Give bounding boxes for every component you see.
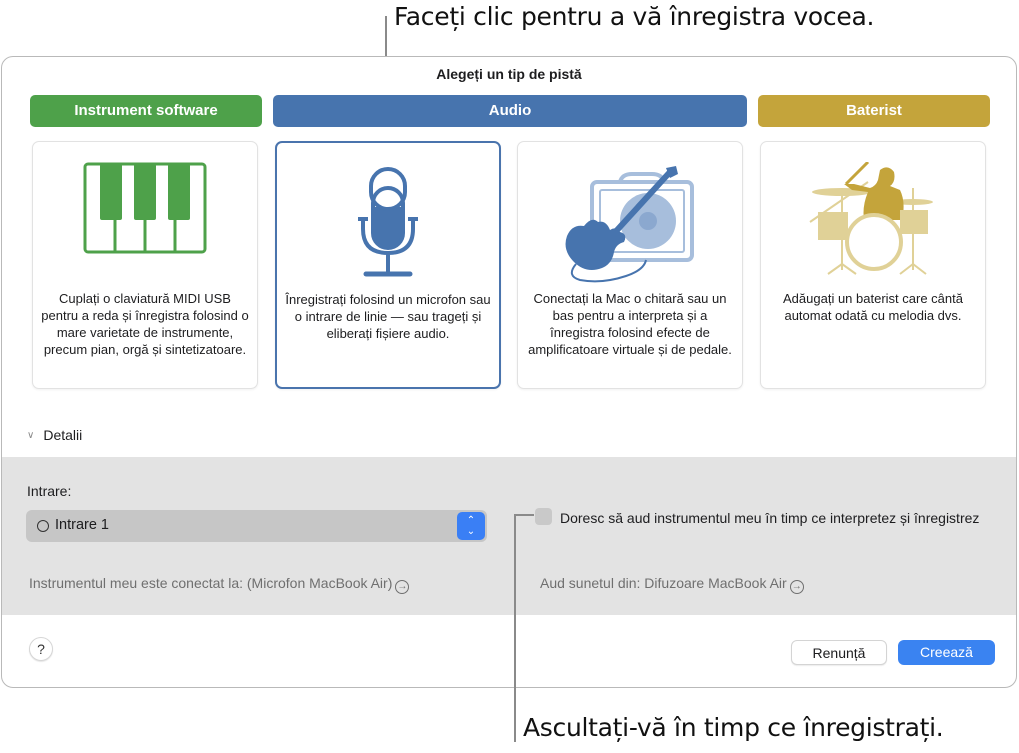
arrow-right-circle-icon[interactable]: →	[789, 580, 804, 594]
chevron-down-icon: ∨	[27, 429, 35, 441]
arrow-right-circle-icon[interactable]: →	[395, 580, 410, 594]
microphone-icon	[358, 167, 418, 277]
track-card-drummer[interactable]: Adăugați un baterist care cântă automat …	[760, 141, 986, 389]
input-select[interactable]: Intrare 1 ⌃ ⌄	[26, 510, 487, 542]
help-button[interactable]: ?	[29, 637, 53, 661]
input-select-value: Intrare 1	[55, 517, 109, 533]
instrument-connected-text: Instrumentul meu este conectat la: (Micr…	[29, 575, 393, 591]
select-stepper-icon[interactable]: ⌃ ⌄	[457, 512, 485, 540]
input-label: Intrare:	[27, 483, 72, 499]
cancel-button[interactable]: Renunță	[791, 640, 887, 665]
card-description: Conectați la Mac o chitară sau un bas pe…	[528, 291, 732, 357]
category-audio[interactable]: Audio	[273, 95, 747, 127]
drummer-icon	[809, 162, 933, 275]
card-description: Înregistrați folosind un microfon sau o …	[285, 292, 491, 341]
guitar-amp-icon	[565, 166, 694, 283]
monitor-checkbox[interactable]	[535, 508, 552, 525]
details-disclosure[interactable]: ∨ Detalii	[27, 427, 82, 443]
dialog-title: Alegeți un tip de pistă	[436, 66, 582, 82]
callout-line-bottom	[514, 514, 516, 742]
track-type-dialog: Alegeți un tip de pistă Instrument softw…	[1, 56, 1017, 688]
details-panel: Intrare: Intrare 1 ⌃ ⌄ Instrumentul meu e…	[2, 457, 1016, 615]
create-button[interactable]: Creează	[898, 640, 995, 665]
callout-line-bottom-connector	[514, 514, 534, 516]
input-indicator-icon	[37, 520, 49, 532]
track-card-software-instrument[interactable]: Cuplați o claviatură MIDI USB pentru a r…	[32, 141, 258, 389]
callout-record-voice: Faceți clic pentru a vă înregistra vocea…	[394, 2, 875, 31]
piano-keyboard-icon	[83, 162, 207, 254]
output-device-text: Aud sunetul din: Difuzoare MacBook Air	[540, 575, 787, 591]
category-drummer[interactable]: Baterist	[758, 95, 990, 127]
callout-monitor: Ascultați-vă în timp ce înregistrați.	[523, 713, 944, 742]
instrument-connected-link[interactable]: Instrumentul meu este conectat la: (Micr…	[29, 575, 410, 594]
output-device-link[interactable]: Aud sunetul din: Difuzoare MacBook Air →	[540, 575, 804, 594]
card-description: Cuplați o claviatură MIDI USB pentru a r…	[41, 291, 249, 357]
category-software-instrument[interactable]: Instrument software	[30, 95, 262, 127]
card-description: Adăugați un baterist care cântă automat …	[783, 291, 963, 323]
monitor-checkbox-label[interactable]: Doresc să aud instrumentul meu în timp c…	[560, 509, 980, 528]
track-card-guitar-bass[interactable]: Conectați la Mac o chitară sau un bas pe…	[517, 141, 743, 389]
details-label: Detalii	[43, 427, 83, 443]
track-card-audio[interactable]: Înregistrați folosind un microfon sau o …	[275, 141, 501, 389]
